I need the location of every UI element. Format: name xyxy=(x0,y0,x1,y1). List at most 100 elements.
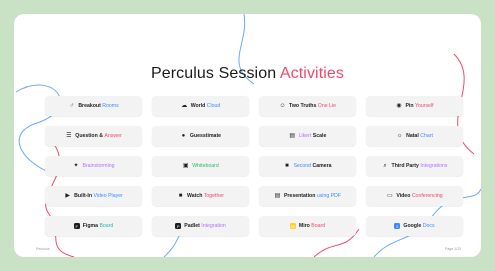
video-conferencing-icon: ▭ xyxy=(386,192,393,199)
world-cloud-icon: ☁ xyxy=(181,102,188,109)
activity-label: Question & Answer xyxy=(75,133,121,139)
activity-label: Natal Chart xyxy=(406,133,433,139)
activity-label: Guesstimate xyxy=(190,133,221,139)
activity-tile[interactable]: M Miro Board xyxy=(259,216,356,236)
breakout-rooms-icon: ♂ xyxy=(69,102,75,109)
activity-label-highlight: Video Player xyxy=(93,193,123,199)
activity-tile[interactable]: ■ Second Camera xyxy=(259,156,356,176)
activity-label: Second Camera xyxy=(293,163,331,169)
miro-logo-icon: M xyxy=(289,223,296,229)
activity-label: Two Truths One Lie xyxy=(289,103,336,109)
activity-label: Presentation using PDF xyxy=(284,193,341,199)
activity-label-main: Question & xyxy=(75,133,105,139)
activity-label-highlight: Docs xyxy=(422,223,435,229)
activity-label-main: Figma xyxy=(82,223,100,229)
activity-label: Whiteboard xyxy=(192,163,219,169)
title-accent: Activities xyxy=(279,65,344,82)
presentation-pdf-icon: ▤ xyxy=(274,192,281,199)
activity-tile[interactable]: ♂ Breakout Rooms xyxy=(45,96,142,116)
activity-label-main: Watch xyxy=(187,193,204,199)
brainstorming-icon: ✦ xyxy=(73,162,79,169)
activity-label-highlight: Integration xyxy=(201,223,226,229)
activity-label: Brainstorming xyxy=(82,163,114,169)
two-truths-icon: ☺ xyxy=(279,102,286,109)
padlet-logo-icon: P xyxy=(175,223,182,229)
activity-label-main: Miro xyxy=(298,223,312,229)
activity-label-main: Presentation xyxy=(283,193,317,199)
activity-tile[interactable]: ☼ Natal Chart xyxy=(366,126,463,146)
activity-label-highlight: using PDF xyxy=(316,193,342,199)
pin-icon: ◉ xyxy=(396,102,402,109)
activity-label: Built-In Video Player xyxy=(74,193,123,199)
activity-tile[interactable]: ⌕ Third Party Integrations xyxy=(366,156,463,176)
activity-label-main: Two Truths xyxy=(289,103,318,109)
activity-label-main: Padlet xyxy=(184,223,202,229)
slide-card: Perculus Session Activities ♂ Breakout Ro… xyxy=(14,14,481,257)
activity-tile[interactable]: ☁ World Cloud xyxy=(152,96,249,116)
activity-label-highlight: Conferencing xyxy=(411,193,443,199)
activity-label-highlight: Yourself xyxy=(414,103,434,109)
activity-tile[interactable]: ✦ Brainstorming xyxy=(45,156,142,176)
question-answer-icon: ☰ xyxy=(66,132,72,139)
activity-tile[interactable]: ▣ Whiteboard xyxy=(152,156,249,176)
likert-scale-icon: ▤ xyxy=(289,132,295,139)
activity-label: Figma Board xyxy=(83,223,114,229)
activity-label-suffix: Scale xyxy=(311,133,327,139)
activity-label-main: Video xyxy=(396,193,412,199)
activity-tile[interactable]: ▶ Built-In Video Player xyxy=(45,186,142,206)
activity-label: World Cloud xyxy=(191,103,221,109)
activity-label-main: Breakout xyxy=(78,103,103,109)
activity-label-highlight: Second xyxy=(293,163,312,169)
activity-label-main: Google xyxy=(403,223,423,229)
figma-logo-icon: F xyxy=(73,223,80,229)
activity-tile[interactable]: ● Guesstimate xyxy=(152,126,249,146)
activity-label-main: Natal xyxy=(406,133,421,139)
activity-label-main: Pin xyxy=(405,103,415,109)
footer-logo: Perculus xyxy=(36,247,50,251)
google-docs-logo-icon: ≡ xyxy=(394,223,401,229)
activity-label-highlight: Brainstorming xyxy=(82,163,115,169)
third-party-icon: ⌕ xyxy=(383,162,387,169)
activity-label: Video Conferencing xyxy=(396,193,442,199)
title-main: Perculus Session xyxy=(150,65,280,82)
natal-chart-icon: ☼ xyxy=(396,132,403,139)
activity-label-highlight: Together xyxy=(203,193,224,199)
activity-label-highlight: Board xyxy=(99,223,114,229)
video-player-icon: ▶ xyxy=(65,192,70,199)
activity-label-main: Third Party xyxy=(391,163,421,169)
activity-tile[interactable]: F Figma Board xyxy=(45,216,142,236)
activity-tile[interactable]: ☺ Two Truths One Lie xyxy=(259,96,356,116)
activity-tile[interactable]: ▤ Likert Scale xyxy=(259,126,356,146)
activity-label: Watch Together xyxy=(187,193,224,199)
footer-note: Page 1/23 xyxy=(445,247,461,251)
activity-label-main: Guesstimate xyxy=(189,133,222,139)
activity-label-highlight: Board xyxy=(311,223,326,229)
activity-label-highlight: Cloud xyxy=(206,103,221,109)
activity-label: Google Docs xyxy=(403,223,434,229)
activity-tile[interactable]: P Padlet Integration xyxy=(152,216,249,236)
guesstimate-icon: ● xyxy=(181,132,186,139)
activity-label: Breakout Rooms xyxy=(78,103,118,109)
activity-label-suffix: Camera xyxy=(311,163,332,169)
activity-label: Miro Board xyxy=(299,223,325,229)
activity-label: Third Party Integrations xyxy=(392,163,448,169)
activity-tile[interactable]: ◉ Pin Yourself xyxy=(366,96,463,116)
activity-tile[interactable]: ▤ Presentation using PDF xyxy=(259,186,356,206)
activities-grid: ♂ Breakout Rooms ☁ World Cloud ☺ Two Truths O… xyxy=(45,96,463,238)
activity-label: Pin Yourself xyxy=(405,103,433,109)
activity-label-highlight: One Lie xyxy=(317,103,336,109)
activity-label-highlight: Whiteboard xyxy=(192,163,219,169)
activity-label: Likert Scale xyxy=(299,133,327,139)
activity-tile[interactable]: ■ Watch Together xyxy=(152,186,249,206)
slide-frame: Perculus Session Activities ♂ Breakout Ro… xyxy=(0,0,495,271)
activity-label-highlight: Likert xyxy=(298,133,312,139)
whiteboard-icon: ▣ xyxy=(182,162,189,169)
activity-label: Padlet Integration xyxy=(184,223,226,229)
activity-tile[interactable]: ☰ Question & Answer xyxy=(45,126,142,146)
activity-tile[interactable]: ▭ Video Conferencing xyxy=(366,186,463,206)
activity-tile[interactable]: ≡ Google Docs xyxy=(366,216,463,236)
activity-label-main: Built-In xyxy=(74,193,94,199)
activity-label-main: World xyxy=(190,103,207,109)
activity-label-highlight: Integrations xyxy=(420,163,448,169)
activity-label-highlight: Rooms xyxy=(102,103,119,109)
